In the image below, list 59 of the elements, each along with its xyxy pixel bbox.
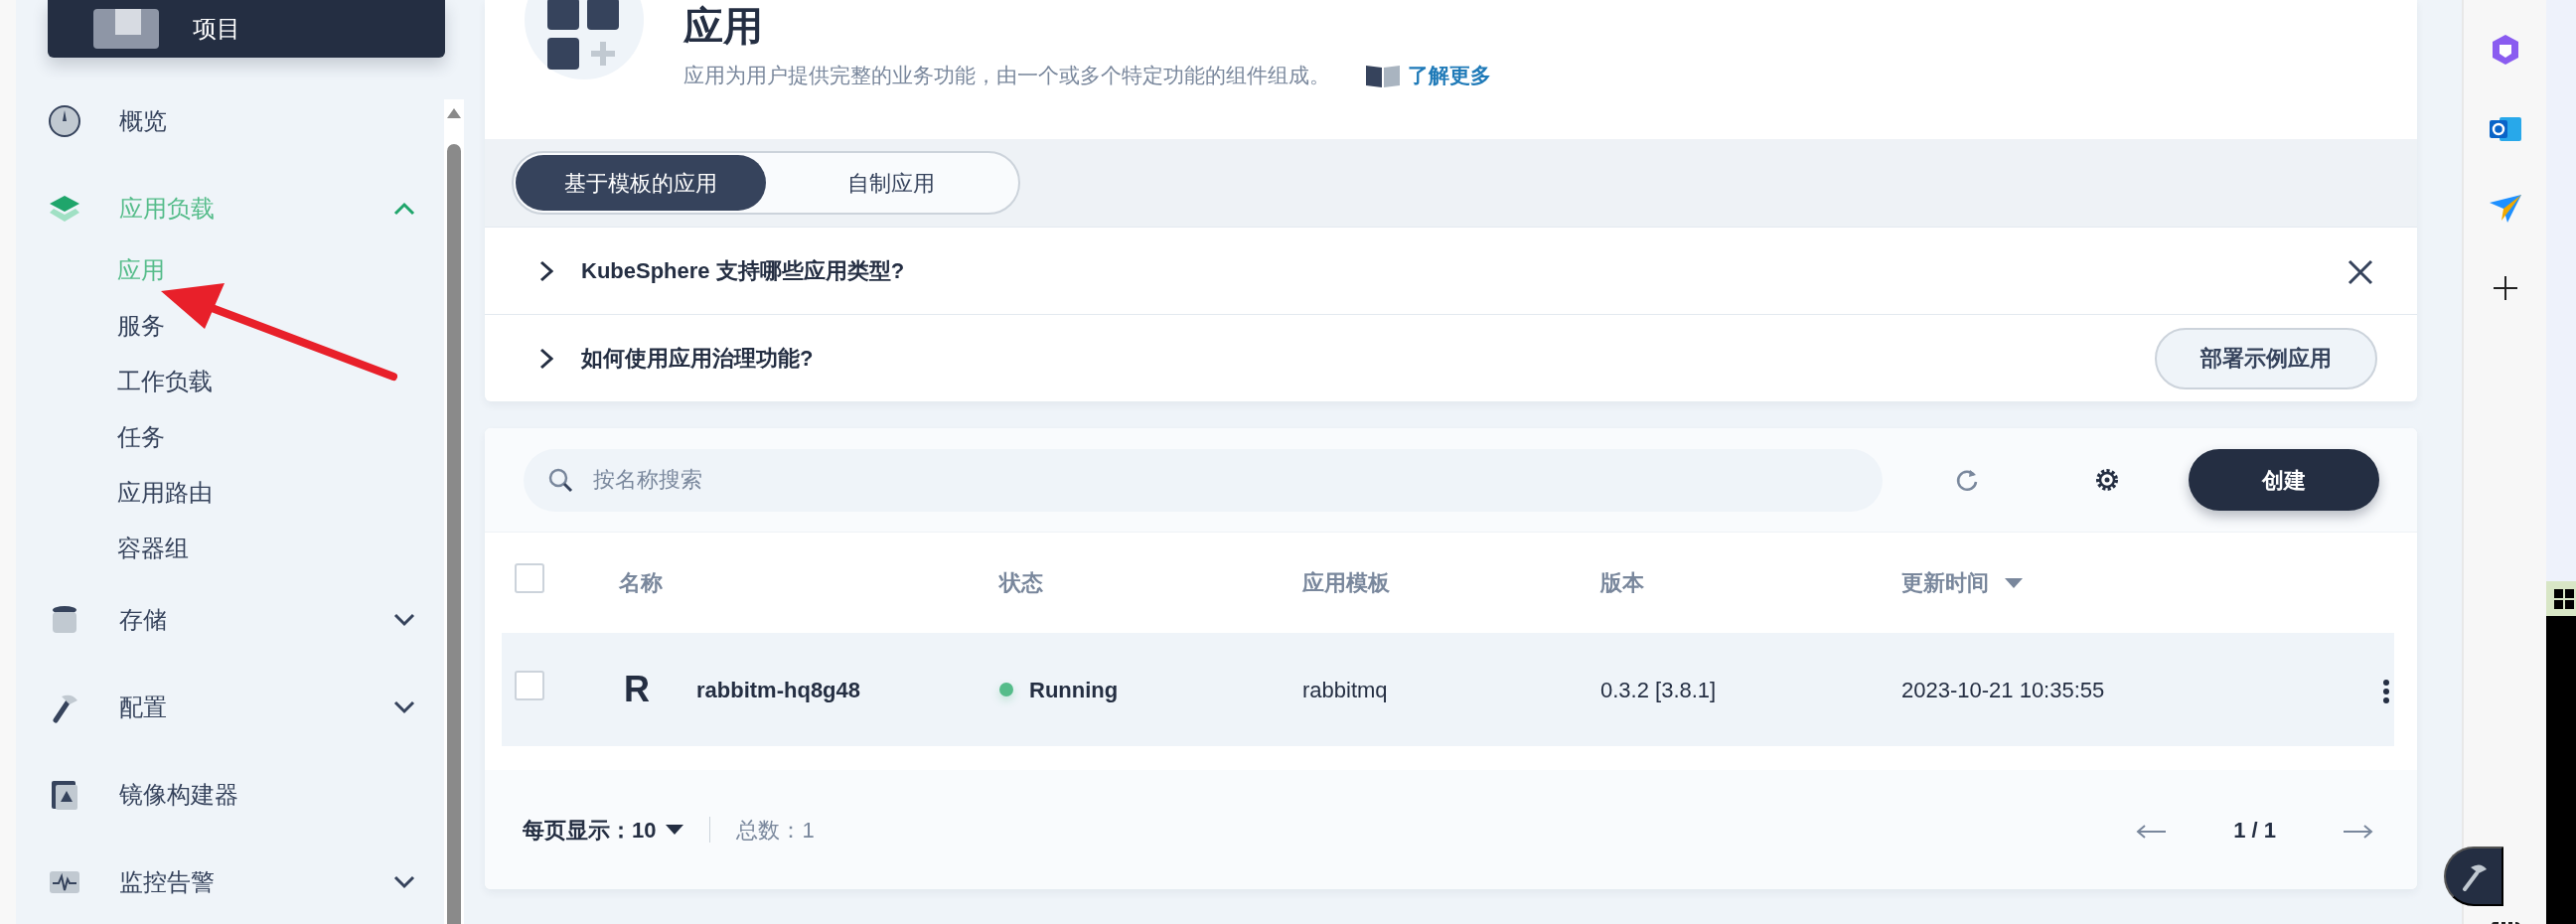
chevron-right-icon <box>539 259 553 282</box>
create-button[interactable]: 创建 <box>2189 449 2379 511</box>
chevron-down-icon <box>393 613 415 627</box>
faq-question[interactable]: 如何使用应用治理功能? <box>581 342 814 375</box>
faq-question[interactable]: KubeSphere 支持哪些应用类型? <box>581 254 905 287</box>
chevron-right-icon <box>539 347 553 370</box>
sidebar-subitem[interactable]: 应用路由 <box>117 465 467 521</box>
sidebar-item-icon <box>48 104 81 138</box>
status-text: Running <box>1029 676 1119 704</box>
table-cell: rabbitmq <box>1302 677 1388 702</box>
tab[interactable]: 基于模板的应用 <box>516 155 766 211</box>
sidebar-subitem[interactable]: 工作负载 <box>117 354 467 409</box>
column-header: 状态 <box>999 569 1043 597</box>
column-header[interactable]: 更新时间 <box>1901 566 1989 599</box>
search-field[interactable]: 按名称搜索 <box>524 448 1883 512</box>
app-avatar: R <box>623 668 651 711</box>
more-vertical-icon <box>2382 678 2390 704</box>
column-header: 应用模板 <box>1302 569 1390 597</box>
book-icon <box>1366 63 1400 87</box>
arrow-right-icon <box>2344 824 2373 839</box>
deploy-sample-button[interactable]: 部署示例应用 <box>2155 327 2377 389</box>
chevron-down-icon <box>393 700 415 714</box>
close-icon <box>2348 259 2373 286</box>
select-all-checkbox[interactable] <box>515 563 544 593</box>
chevron-down-icon <box>393 875 415 889</box>
app-name[interactable]: rabbitm-hq8g48 <box>696 673 861 706</box>
project-icon <box>93 9 159 49</box>
scrollbar[interactable] <box>444 99 464 924</box>
column-header: 名称 <box>619 569 663 597</box>
sidebar-subitem[interactable]: 服务 <box>117 298 467 354</box>
sidebar-item[interactable]: 镜像构建器 <box>48 771 425 819</box>
project-label: 项目 <box>193 14 240 44</box>
table-cell: 0.3.2 [3.8.1] <box>1600 677 1717 702</box>
sidebar-item[interactable]: 概览 <box>48 97 425 145</box>
row-checkbox[interactable] <box>515 670 544 700</box>
total-count: 总数：1 <box>736 816 815 845</box>
sidebar-item[interactable]: 监控告警 <box>48 858 425 906</box>
page-title: 应用 <box>683 4 764 48</box>
toolbox-button[interactable] <box>2444 847 2503 906</box>
arrow-left-icon <box>2136 824 2167 839</box>
apps-icon <box>547 0 621 72</box>
settings-icon <box>2093 466 2121 494</box>
sidebar-subitem[interactable]: 容器组 <box>117 521 467 576</box>
page-indicator: 1 / 1 <box>2233 816 2276 845</box>
table-row[interactable]: R rabbitm-hq8g48 Running rabbitmq 0.3.2 [3.8.1] 2023-10-21 10:35:55 <box>502 633 2394 746</box>
column-header: 版本 <box>1600 569 1644 597</box>
refresh-icon <box>1954 467 1980 493</box>
windows-logo-icon <box>2554 588 2574 609</box>
sidebar-subitem[interactable]: 任务 <box>117 409 467 465</box>
sidebar-item[interactable]: 存储 <box>48 596 425 644</box>
tab[interactable]: 自制应用 <box>766 155 1016 211</box>
caret-down-icon <box>666 825 684 835</box>
page-description: 应用为用户提供完整的业务功能，由一个或多个特定功能的组件组成。 <box>683 63 1330 88</box>
chevron-up-icon <box>393 202 415 216</box>
project-card[interactable]: 项目 <box>48 0 445 58</box>
sidebar-item[interactable]: 配置 <box>48 684 425 731</box>
learn-more-link[interactable]: 了解更多 <box>1366 60 1491 91</box>
page-size-select[interactable]: 每页显示：10 <box>523 813 684 847</box>
table-cell: 2023-10-21 10:35:55 <box>1901 677 2105 702</box>
